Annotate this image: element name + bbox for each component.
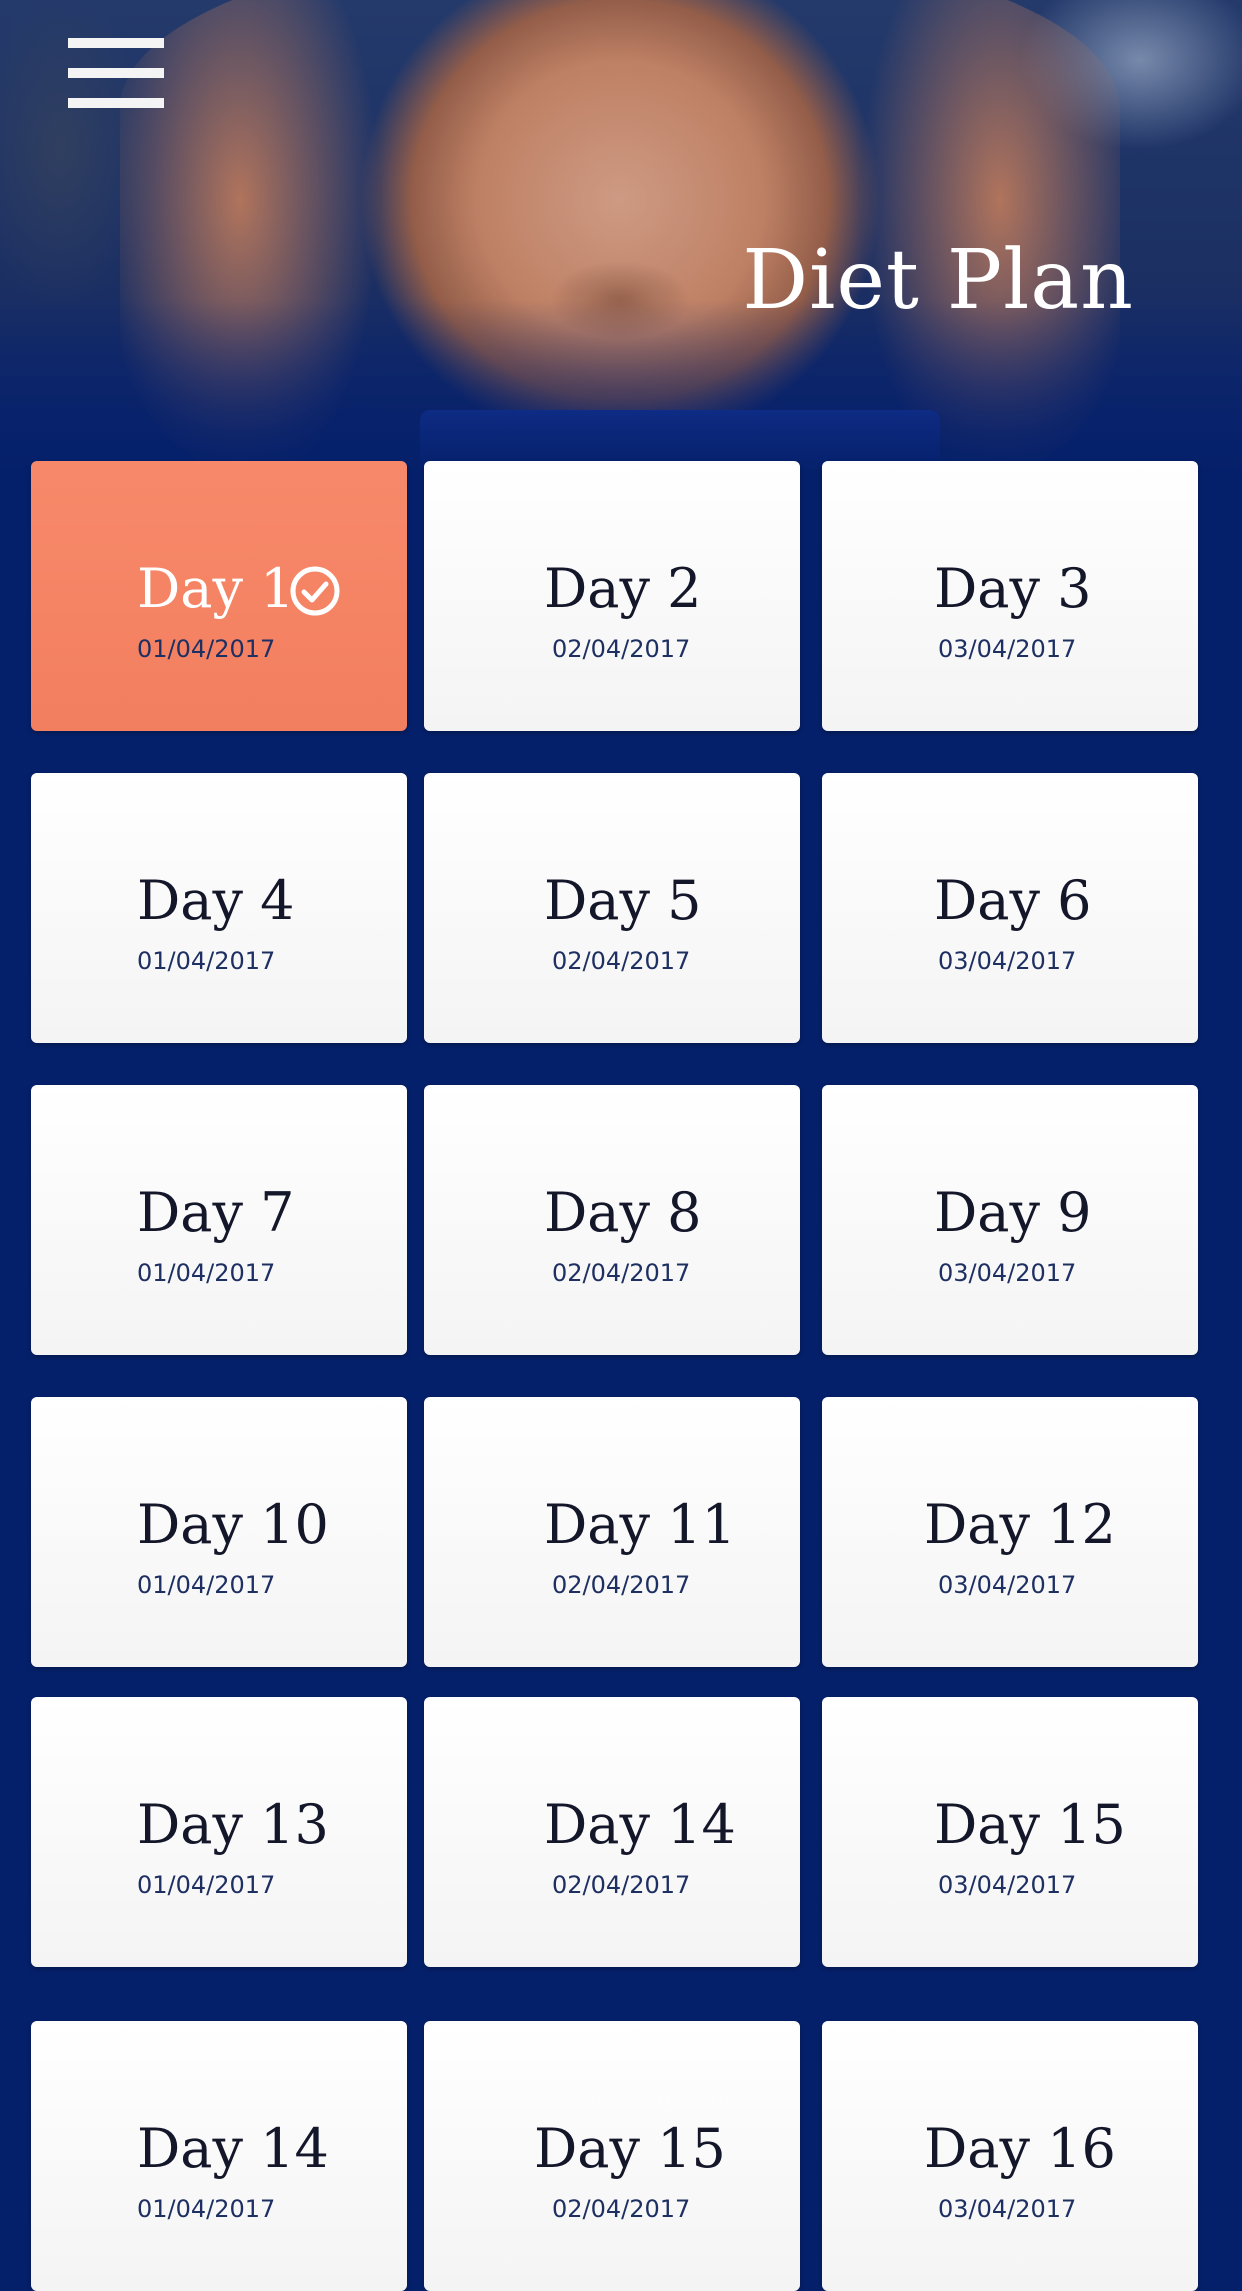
day-card-13[interactable]: Day 13 01/04/2017 bbox=[31, 1697, 407, 1967]
day-card-17[interactable]: Day 15 02/04/2017 bbox=[424, 2021, 800, 2291]
day-card-title: Day 16 bbox=[924, 2117, 1116, 2180]
day-card-2[interactable]: Day 2 02/04/2017 bbox=[424, 461, 800, 731]
watermark-text: mostaql.com bbox=[588, 2088, 732, 2113]
day-grid: Day 1 01/04/2017 Day 2 02/04/2017 Day 3 … bbox=[0, 0, 1242, 2291]
day-card-date: 03/04/2017 bbox=[938, 2195, 1077, 2223]
watermark: mostaql.com bbox=[540, 2088, 780, 2113]
day-card-title: Day 6 bbox=[934, 869, 1092, 932]
day-card-4[interactable]: Day 4 01/04/2017 bbox=[31, 773, 407, 1043]
day-card-date: 03/04/2017 bbox=[938, 947, 1077, 975]
day-card-7[interactable]: Day 7 01/04/2017 bbox=[31, 1085, 407, 1355]
day-card-9[interactable]: Day 9 03/04/2017 bbox=[822, 1085, 1198, 1355]
day-card-12[interactable]: Day 12 03/04/2017 bbox=[822, 1397, 1198, 1667]
day-card-15[interactable]: Day 15 03/04/2017 bbox=[822, 1697, 1198, 1967]
day-card-title: Day 9 bbox=[934, 1181, 1092, 1244]
day-card-3[interactable]: Day 3 03/04/2017 bbox=[822, 461, 1198, 731]
day-card-title: Day 12 bbox=[924, 1493, 1116, 1556]
day-card-14[interactable]: Day 14 02/04/2017 bbox=[424, 1697, 800, 1967]
day-card-6[interactable]: Day 6 03/04/2017 bbox=[822, 773, 1198, 1043]
check-circle-icon bbox=[290, 566, 340, 616]
day-card-date: 03/04/2017 bbox=[938, 1571, 1077, 1599]
day-card-date: 03/04/2017 bbox=[938, 635, 1077, 663]
day-card-title: Day 15 bbox=[934, 1793, 1126, 1856]
day-card-title: Day 3 bbox=[934, 557, 1092, 620]
day-card-1[interactable]: Day 1 01/04/2017 bbox=[31, 461, 407, 731]
day-card-16[interactable]: Day 14 01/04/2017 bbox=[31, 2021, 407, 2291]
day-card-18[interactable]: Day 16 03/04/2017 bbox=[822, 2021, 1198, 2291]
day-card-10[interactable]: Day 10 01/04/2017 bbox=[31, 1397, 407, 1667]
day-card-8[interactable]: Day 8 02/04/2017 bbox=[424, 1085, 800, 1355]
day-card-5[interactable]: Day 5 02/04/2017 bbox=[424, 773, 800, 1043]
day-card-date: 03/04/2017 bbox=[938, 1259, 1077, 1287]
day-card-11[interactable]: Day 11 02/04/2017 bbox=[424, 1397, 800, 1667]
day-card-date: 03/04/2017 bbox=[938, 1871, 1077, 1899]
